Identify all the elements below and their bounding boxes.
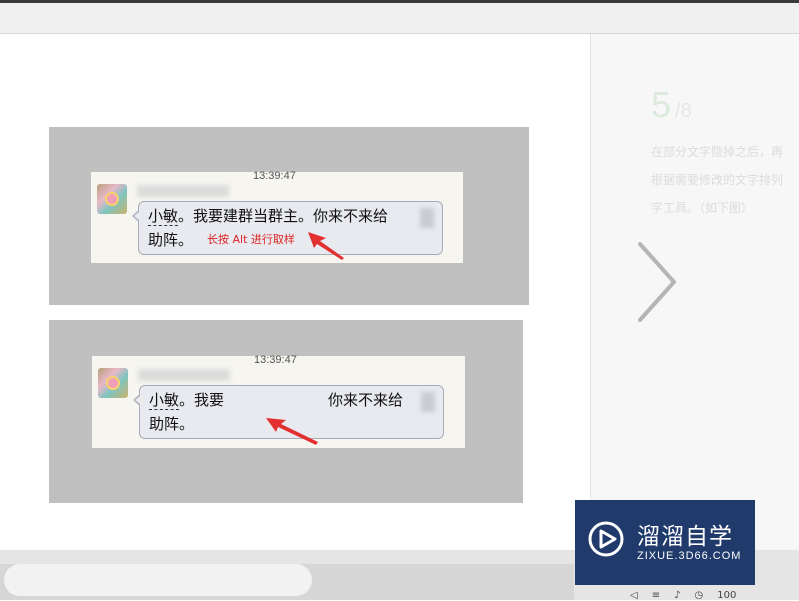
site-watermark: 溜溜自学 ZIXUE.3D66.COM bbox=[575, 500, 755, 585]
blurred-char bbox=[421, 392, 435, 412]
message-line-1: 小敏。我要 你来不来给 bbox=[149, 391, 404, 410]
message-bubble: 小敏。我要建群当群主。你来不来给 助阵。 长按 Alt 进行取样 bbox=[132, 201, 443, 255]
menu-icon[interactable]: ≡ bbox=[652, 590, 660, 601]
screenshot-before: 13:39:47 小敏。我要建群当群主。你来不来给 助阵。 长按 Alt 进行取样 bbox=[49, 127, 529, 305]
pointer-arrow-1 bbox=[308, 232, 344, 260]
play-control-icon[interactable]: ◁ bbox=[630, 590, 638, 601]
step-description: 在部分文字隐掉之后，再 根据需要修改的文字排列 字工具。（如下图） bbox=[651, 145, 784, 215]
avatar bbox=[98, 368, 128, 398]
watermark-url: ZIXUE.3D66.COM bbox=[637, 550, 742, 562]
avatar-flower-icon bbox=[106, 376, 120, 390]
alt-hint: 长按 Alt 进行取样 bbox=[207, 233, 295, 246]
message-line-2: 助阵。 bbox=[149, 415, 195, 433]
blurred-nickname bbox=[138, 369, 230, 381]
avatar bbox=[97, 184, 127, 214]
top-toolbar bbox=[0, 0, 799, 34]
pointer-arrow-2 bbox=[266, 418, 318, 445]
next-arrow-icon[interactable] bbox=[636, 242, 680, 322]
blurred-nickname bbox=[137, 185, 229, 197]
message-line-1: 小敏。我要建群当群主。你来不来给 bbox=[148, 207, 389, 226]
chat-window: 13:39:47 小敏。我要建群当群主。你来不来给 助阵。 长按 Alt 进行取样 bbox=[91, 170, 463, 263]
zoom-level: 100 bbox=[717, 590, 737, 601]
message-timestamp: 13:39:47 bbox=[254, 354, 297, 366]
blurred-char bbox=[420, 208, 434, 228]
watermark-title: 溜溜自学 bbox=[637, 524, 733, 550]
volume-icon[interactable]: ♪ bbox=[674, 590, 680, 601]
message-line-2: 助阵。 长按 Alt 进行取样 bbox=[148, 231, 295, 249]
scrollbar-thumb[interactable] bbox=[4, 564, 312, 596]
message-timestamp: 13:39:47 bbox=[253, 170, 296, 182]
clock-icon[interactable]: ◷ bbox=[694, 590, 703, 601]
step-number: 5/8 bbox=[651, 84, 692, 125]
play-logo-icon bbox=[588, 521, 624, 557]
status-icons: ◁ ≡ ♪ ◷ 100 bbox=[630, 590, 799, 601]
avatar-flower-icon bbox=[105, 192, 119, 206]
next-slide-preview[interactable]: 5/8 在部分文字隐掉之后，再 根据需要修改的文字排列 字工具。（如下图） bbox=[590, 34, 799, 550]
